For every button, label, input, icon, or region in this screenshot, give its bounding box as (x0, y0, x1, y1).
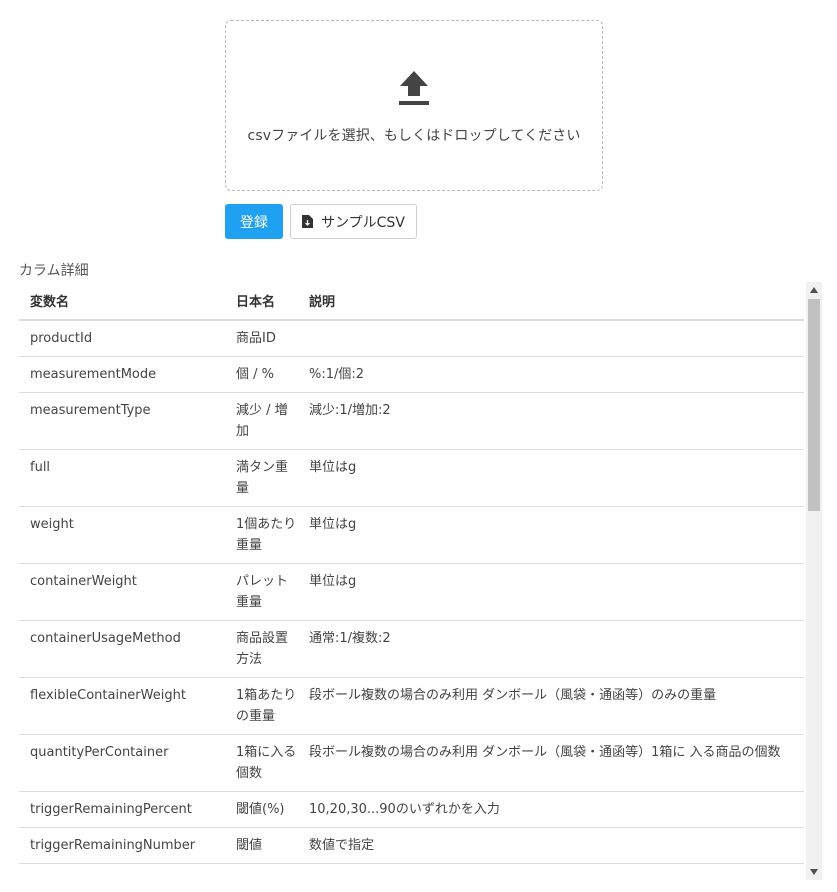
cell-japanese: 閾値(%) (229, 791, 304, 828)
table-row: full 満タン重量 単位はg (19, 449, 804, 507)
table-row: productId 商品ID (19, 320, 804, 357)
cell-variable: containerUsageMethod (19, 620, 229, 678)
cell-description: 段ボール複数の場合のみ利用 ダンボール（風袋・通函等）1箱に 入る商品の個数 (304, 734, 804, 792)
cell-variable: measurementMode (19, 356, 229, 393)
cell-description: 単位はg (304, 563, 804, 621)
scrollbar-thumb[interactable] (808, 299, 820, 511)
table-row: containerUsageMethod 商品設置方法 通常:1/複数:2 (19, 620, 804, 678)
sample-csv-button[interactable]: サンプルCSV (290, 204, 417, 239)
scroll-up-arrow-icon[interactable] (806, 282, 822, 298)
cell-japanese: 1個あたり重量 (229, 506, 304, 564)
header-description: 説明 (304, 282, 804, 321)
sample-csv-label: サンプルCSV (321, 214, 405, 231)
cell-description: 通常:1/複数:2 (304, 620, 804, 678)
cell-variable: containerWeight (19, 563, 229, 621)
section-title: カラム詳細 (19, 263, 89, 279)
cell-description: 減少:1/増加:2 (304, 392, 804, 450)
cell-description: 数値で指定 (304, 827, 804, 864)
cell-variable: measurementType (19, 392, 229, 450)
register-button[interactable]: 登録 (225, 204, 283, 239)
cell-description: 単位はg (304, 449, 804, 507)
cell-japanese: 商品設置方法 (229, 620, 304, 678)
cell-japanese: 個 / % (229, 356, 304, 393)
table-row: containerWeight パレット重量 単位はg (19, 563, 804, 621)
cell-description (304, 320, 804, 357)
cell-variable: quantityPerContainer (19, 734, 229, 792)
cell-variable: triggerRemainingNumber (19, 827, 229, 864)
cell-description: 10,20,30...90のいずれかを入力 (304, 791, 804, 828)
cell-japanese: パレット重量 (229, 563, 304, 621)
csv-dropzone[interactable]: csvファイルを選択、もしくはドロップしてください (225, 20, 603, 191)
table-row: triggerRemainingPercent 閾値(%) 10,20,30..… (19, 791, 804, 828)
column-detail-table: 変数名 日本名 説明 productId 商品ID measurementMod… (19, 282, 804, 864)
header-variable-name: 変数名 (19, 282, 229, 321)
table-header-row: 変数名 日本名 説明 (19, 282, 804, 321)
upload-icon (399, 71, 429, 105)
cell-description: 単位はg (304, 506, 804, 564)
cell-variable: weight (19, 506, 229, 564)
cell-variable: triggerRemainingPercent (19, 791, 229, 828)
column-detail-table-wrap[interactable]: 変数名 日本名 説明 productId 商品ID measurementMod… (19, 282, 805, 892)
cell-description: 段ボール複数の場合のみ利用 ダンボール（風袋・通函等）のみの重量 (304, 677, 804, 735)
cell-japanese: 満タン重量 (229, 449, 304, 507)
cell-japanese: 閾値 (229, 827, 304, 864)
cell-variable: flexibleContainerWeight (19, 677, 229, 735)
cell-variable: full (19, 449, 229, 507)
table-row: weight 1個あたり重量 単位はg (19, 506, 804, 564)
table-row: measurementType 減少 / 増加 減少:1/増加:2 (19, 392, 804, 450)
header-japanese-name: 日本名 (229, 282, 304, 321)
table-row: flexibleContainerWeight 1箱あたりの重量 段ボール複数の… (19, 677, 804, 735)
table-scrollbar[interactable] (806, 282, 822, 880)
cell-description: %:1/個:2 (304, 356, 804, 393)
scroll-down-arrow-icon[interactable] (806, 864, 822, 880)
cell-japanese: 減少 / 増加 (229, 392, 304, 450)
file-download-icon (302, 215, 314, 228)
table-row: triggerRemainingNumber 閾値 数値で指定 (19, 827, 804, 864)
dropzone-text: csvファイルを選択、もしくはドロップしてください (247, 128, 581, 144)
cell-variable: productId (19, 320, 229, 357)
cell-japanese: 商品ID (229, 320, 304, 357)
cell-japanese: 1箱あたりの重量 (229, 677, 304, 735)
table-row: quantityPerContainer 1箱に入る個数 段ボール複数の場合のみ… (19, 734, 804, 792)
cell-japanese: 1箱に入る個数 (229, 734, 304, 792)
table-row: measurementMode 個 / % %:1/個:2 (19, 356, 804, 393)
